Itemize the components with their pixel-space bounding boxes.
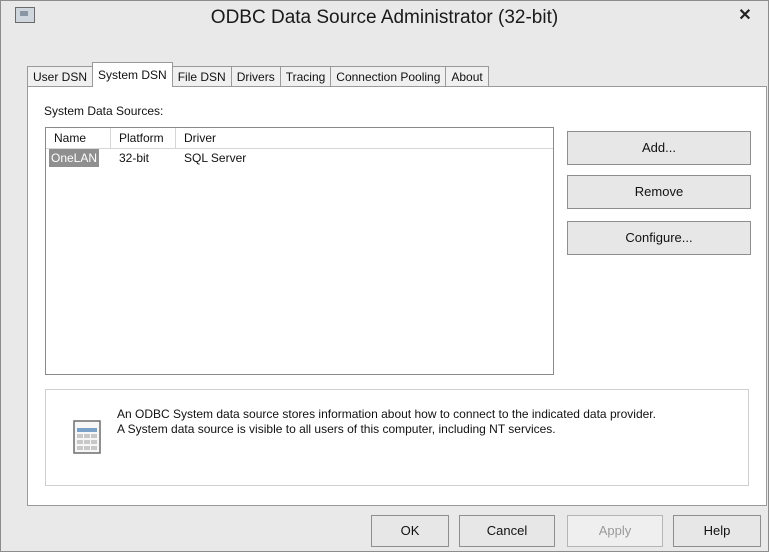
close-icon: ✕ [738,7,752,24]
tab-drivers[interactable]: Drivers [230,66,281,87]
row-name-selected[interactable]: OneLAN [49,149,100,167]
info-text-line-1: An ODBC System data source stores inform… [117,407,656,421]
tab-file-dsn[interactable]: File DSN [171,66,232,87]
cancel-button[interactable]: Cancel [459,515,555,547]
close-button[interactable]: ✕ [728,3,762,29]
row-platform: 32-bit [119,151,150,165]
system-dsn-panel: System Data Sources: Name Platform Drive… [27,86,767,506]
add-button[interactable]: Add... [567,131,751,165]
help-button[interactable]: Help [673,515,761,547]
system-data-sources-label: System Data Sources: [44,104,164,118]
table-row[interactable]: OneLAN 32-bit SQL Server [46,149,553,167]
column-header-name[interactable]: Name [54,131,86,145]
tab-system-dsn[interactable]: System DSN [92,62,173,87]
tab-user-dsn[interactable]: User DSN [27,66,94,87]
info-box: An ODBC System data source stores inform… [45,389,749,486]
tab-tracing[interactable]: Tracing [279,66,332,87]
odbc-admin-window: ODBC Data Source Administrator (32-bit) … [0,0,769,552]
list-header: Name Platform Driver [46,128,553,149]
tab-strip: User DSN System DSN File DSN Drivers Tra… [27,62,489,87]
tab-about[interactable]: About [445,66,489,87]
title-bar: ODBC Data Source Administrator (32-bit) … [1,1,768,39]
remove-button[interactable]: Remove [567,175,751,209]
column-header-driver[interactable]: Driver [184,131,216,145]
row-driver: SQL Server [184,151,247,165]
column-header-platform[interactable]: Platform [119,131,164,145]
info-text-line-2: A System data source is visible to all u… [117,422,556,436]
ok-button[interactable]: OK [371,515,449,547]
window-title: ODBC Data Source Administrator (32-bit) [210,7,559,28]
data-source-document-icon [73,420,101,454]
configure-button[interactable]: Configure... [567,221,751,255]
system-data-sources-list[interactable]: Name Platform Driver OneLAN 32-bit SQL S… [45,127,554,375]
column-divider[interactable] [110,128,111,148]
info-text: An ODBC System data source stores inform… [117,407,737,437]
column-divider[interactable] [175,128,176,148]
tab-connection-pooling[interactable]: Connection Pooling [330,66,447,87]
apply-button[interactable]: Apply [567,515,663,547]
